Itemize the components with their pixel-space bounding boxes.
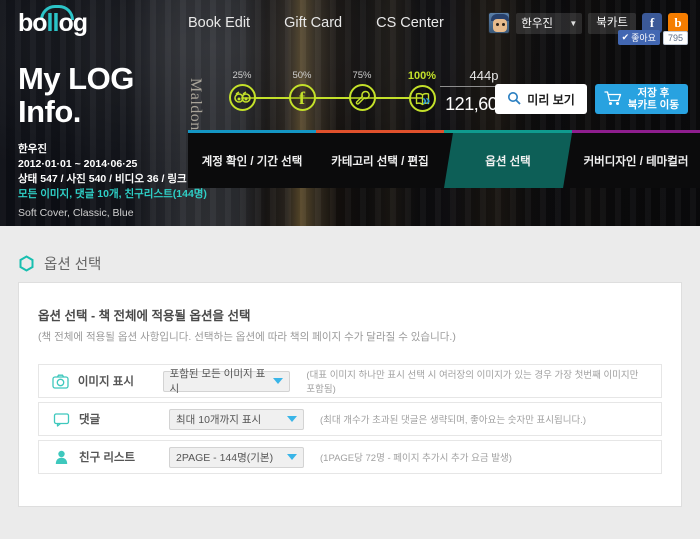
option-hint-comments: (최대 개수가 초과된 댓글은 생략되며, 좋아요는 숫자만 표시됩니다.): [320, 415, 587, 426]
section-header: 옵션 선택: [18, 226, 682, 282]
like-button[interactable]: ✔ 좋아요: [617, 30, 660, 45]
chevron-down-icon: [287, 454, 297, 460]
user-name: 한우진: [521, 18, 553, 30]
nav-item-gift-card[interactable]: Gift Card: [284, 15, 342, 31]
hero-meta: 한우진 2012·01·01 ~ 2014·06·25 상태 547 / 사진 …: [18, 142, 207, 221]
panel-title: 옵션 선택 - 책 전체에 적용될 옵션을 선택: [38, 309, 251, 323]
user-dropdown[interactable]: 한우진 ▼: [516, 12, 583, 34]
hero-selection: 모든 이미지, 댓글 10개, 친구리스트(144명): [18, 188, 207, 200]
tab-cover-theme[interactable]: 커버디자인 / 테마컬러: [572, 133, 700, 188]
preview-button-label: 미리 보기: [527, 92, 575, 107]
hero-info: My LOG Info. 한우진 2012·01·01 ~ 2014·06·25…: [18, 62, 207, 221]
progress-step-50-label: 50%: [292, 70, 312, 81]
search-icon: [507, 91, 521, 108]
like-count: 795: [662, 30, 688, 45]
option-label-friend-list: 친구 리스트: [79, 452, 136, 464]
facebook-icon: f: [288, 84, 316, 111]
check-icon: ✔: [621, 32, 630, 42]
progress-step-75-label: 75%: [352, 70, 372, 81]
page-title-line1: My LOG: [18, 61, 134, 96]
panel-subtitle: (책 전체에 적용될 옵션 사항입니다. 선택하는 옵션에 따라 책의 페이지 …: [38, 331, 456, 343]
logo-text: bollog: [18, 9, 88, 37]
hero-date-range: 2012·01·01 ~ 2014·06·25: [18, 158, 138, 170]
option-row-comments: 댓글 최대 10개까지 표시 (최대 개수가 초과된 댓글은 생략되며, 좋아요…: [38, 402, 662, 436]
option-label-image-display: 이미지 표시: [77, 376, 134, 388]
option-row-friend-list: 친구 리스트 2PAGE - 144명(기본) (1PAGE당 72명 - 페이…: [38, 440, 662, 474]
hero-cover-spec: Soft Cover, Classic, Blue: [18, 207, 134, 219]
option-hint-friend-list: (1PAGE당 72명 - 페이지 추가시 추가 요금 발생): [320, 453, 512, 464]
logo[interactable]: bollog: [18, 5, 92, 38]
hero-owner: 한우진: [18, 143, 47, 155]
page-title: My LOG Info.: [18, 62, 207, 128]
cart-label-line2: 북카트 이동: [627, 99, 679, 111]
avatar[interactable]: [488, 12, 511, 34]
chevron-down-icon: ▼: [569, 18, 578, 28]
hero-actions: 미리 보기 저장 후 북카트 이동: [495, 84, 688, 114]
friend-list-value: 2PAGE - 144명(기본): [176, 451, 274, 464]
options-panel: 옵션 선택 - 책 전체에 적용될 옵션을 선택 (책 전체에 적용될 옵션 사…: [18, 282, 682, 507]
option-list: 이미지 표시 포함된 모든 이미지 표시 (대표 이미지 하나만 표시 선택 시…: [38, 364, 662, 474]
save-to-cart-button[interactable]: 저장 후 북카트 이동: [594, 84, 688, 114]
chevrons-icon: »: [422, 92, 431, 109]
chevron-down-icon: [287, 416, 297, 422]
section-title: 옵션 선택: [44, 256, 102, 273]
step-tabs: 계정 확인 / 기간 선택 카테고리 선택 / 편집 옵션 선택 커버디자인 /…: [188, 130, 700, 188]
preview-button[interactable]: 미리 보기: [495, 84, 587, 114]
comments-value: 최대 10개까지 표시: [176, 413, 262, 426]
cart-icon: [604, 90, 622, 109]
wrench-icon: [348, 84, 376, 111]
like-label: 좋아요: [631, 33, 656, 43]
avatar-face: [493, 19, 508, 32]
tab-account-period[interactable]: 계정 확인 / 기간 선택: [188, 133, 316, 188]
tab-category-edit[interactable]: 카테고리 선택 / 편집: [316, 133, 444, 188]
camera-icon: [51, 374, 70, 389]
cart-label-line1: 저장 후: [637, 87, 670, 99]
progress-step-75[interactable]: 75%: [332, 70, 422, 111]
comment-icon: [51, 412, 71, 427]
chevron-down-icon: [273, 378, 284, 384]
hexagon-icon: [18, 254, 35, 272]
progress-step-25[interactable]: 25%: [212, 70, 302, 111]
page-title-line2: Info.: [18, 94, 81, 129]
hero-stats: 상태 547 / 사진 540 / 비디오 36 / 링크 256: [18, 173, 208, 185]
top-navigation: bollog Book Edit Gift Card CS Center 한우진…: [0, 0, 700, 46]
friend-icon: [51, 450, 71, 465]
progress-steps: 25% 50% f 75% 100%: [212, 70, 452, 112]
image-display-value: 포함된 모든 이미지 표시: [169, 368, 266, 395]
image-display-select[interactable]: 포함된 모든 이미지 표시: [162, 368, 291, 395]
nav-item-book-edit[interactable]: Book Edit: [188, 15, 250, 31]
friend-list-select[interactable]: 2PAGE - 144명(기본): [169, 446, 304, 468]
main-menu: Book Edit Gift Card CS Center: [188, 15, 444, 31]
main-content: 옵션 선택 옵션 선택 - 책 전체에 적용될 옵션을 선택 (책 전체에 적용…: [0, 226, 700, 507]
facebook-like-widget: ✔ 좋아요 795: [617, 30, 688, 45]
nav-item-cs-center[interactable]: CS Center: [376, 15, 444, 31]
option-row-image-display: 이미지 표시 포함된 모든 이미지 표시 (대표 이미지 하나만 표시 선택 시…: [38, 364, 662, 398]
hero-banner: Maldonado bollog Book Edit Gift Card CS …: [0, 0, 700, 226]
tab-list: 계정 확인 / 기간 선택 카테고리 선택 / 편집 옵션 선택 커버디자인 /…: [188, 133, 700, 188]
progress-step-50[interactable]: 50% f: [272, 70, 362, 111]
option-hint-image-display: (대표 이미지 하나만 표시 선택 시 여러장의 이미지가 있는 경우 가장 첫…: [306, 370, 639, 395]
option-label-comments: 댓글: [79, 414, 101, 426]
progress-step-25-label: 25%: [232, 70, 252, 81]
eyes-icon: [228, 84, 256, 111]
comments-select[interactable]: 최대 10개까지 표시: [169, 408, 304, 430]
save-to-cart-button-label: 저장 후 북카트 이동: [628, 87, 679, 111]
tab-option-select[interactable]: 옵션 선택: [444, 133, 572, 188]
